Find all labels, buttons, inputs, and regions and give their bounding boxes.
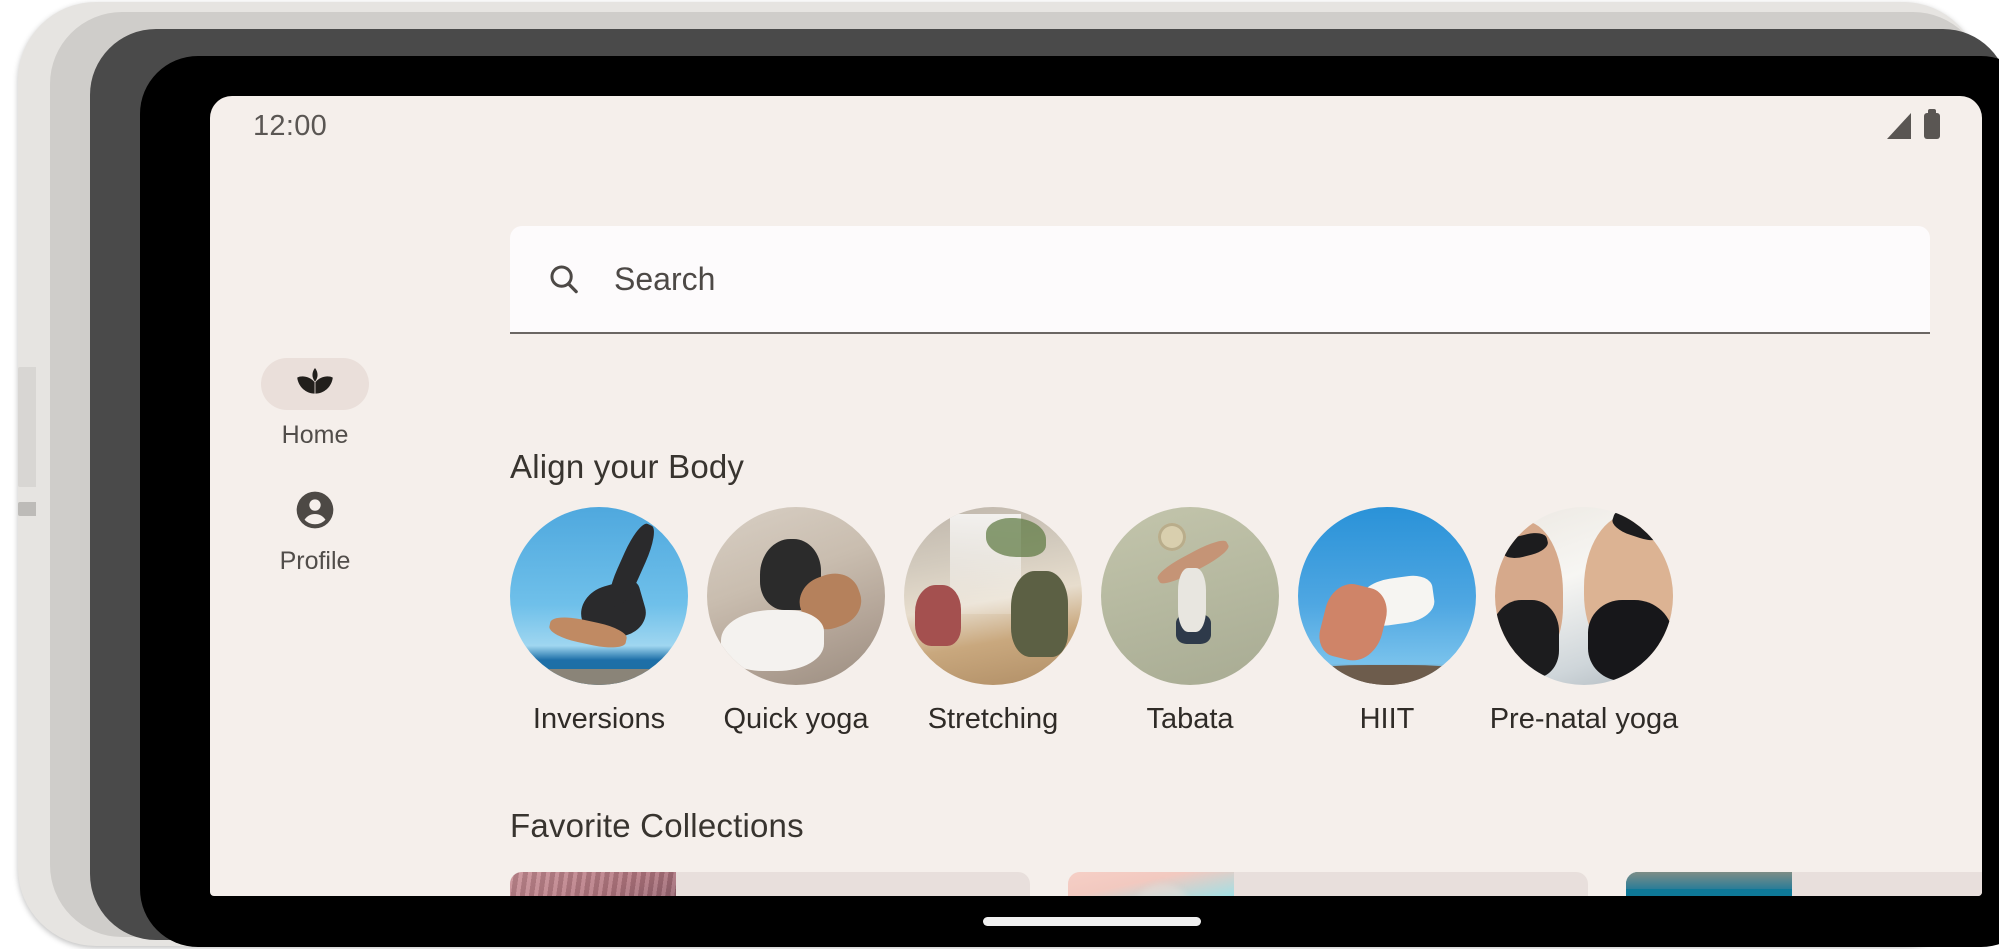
category-card-quick-yoga[interactable]: Quick yoga [707, 507, 885, 736]
search-input[interactable] [614, 260, 1814, 298]
category-thumbnail[interactable] [1298, 507, 1476, 685]
search-bar[interactable] [510, 226, 1930, 334]
image-detail [914, 585, 961, 646]
category-thumbnail[interactable] [1101, 507, 1279, 685]
category-card-stretching[interactable]: Stretching [904, 507, 1082, 736]
navigation-rail: Home Profile [210, 158, 420, 896]
power-button[interactable] [18, 367, 36, 487]
collection-image-overwhelmed [1626, 872, 1792, 896]
image-detail [1610, 507, 1669, 545]
category-image-tabata [1101, 507, 1279, 685]
device-frame-outer: 12:00 Home Profile Search Align your Bod… [18, 2, 1999, 947]
category-label: HIIT [1359, 703, 1415, 735]
category-label: Tabata [1146, 703, 1234, 735]
collection-card-overwhelmed[interactable]: Overwhelmed [1626, 872, 1982, 896]
status-icon-group [1887, 109, 1940, 139]
image-detail [792, 565, 868, 637]
category-label: Inversions [532, 703, 666, 735]
category-image-inversions [510, 507, 688, 685]
device-bezel-dark: 12:00 Home Profile Search Align your Bod… [90, 29, 1999, 947]
image-detail [1010, 571, 1068, 657]
category-label: Stretching [927, 703, 1059, 735]
home-gesture-pill[interactable] [983, 917, 1201, 926]
section-title-align-your-body: Align your Body [510, 448, 745, 485]
collection-image-short-mantras [510, 872, 676, 896]
collection-image-stress-and-anxiety [1068, 872, 1234, 896]
spa-lotus-icon [297, 368, 333, 394]
image-detail [510, 668, 688, 685]
search-icon[interactable] [547, 262, 581, 296]
screenshot-root: 12:00 Home Profile Search Align your Bod… [0, 0, 1999, 949]
account-circle-icon [296, 491, 334, 529]
image-detail [547, 613, 630, 652]
category-image-pre-natal-yoga [1495, 507, 1673, 685]
category-thumbnail[interactable] [904, 507, 1082, 685]
image-detail [1495, 599, 1560, 678]
collection-thumbnail [510, 872, 676, 896]
status-bar: 12:00 [210, 96, 1982, 158]
category-image-quick-yoga [707, 507, 885, 685]
nav-item-label: Home [281, 421, 349, 449]
status-time: 12:00 [253, 110, 328, 142]
section-title-favorite-collections: Favorite Collections [510, 807, 804, 844]
image-detail [1175, 613, 1212, 645]
nav-item-home[interactable]: Home [245, 358, 385, 450]
signal-icon [1887, 113, 1911, 139]
battery-icon [1924, 109, 1940, 139]
collection-thumbnail [1626, 872, 1792, 896]
main-content: Align your Body Invers [420, 158, 1982, 896]
collection-card-short-mantras[interactable]: Short mantras [510, 872, 1030, 896]
category-card-pre-natal-yoga[interactable]: Pre-natal yoga [1490, 507, 1678, 736]
image-detail [1587, 599, 1673, 682]
nav-home-pill[interactable] [261, 358, 369, 410]
collection-thumbnail [1068, 872, 1234, 896]
nav-item-profile[interactable]: Profile [245, 484, 385, 576]
collection-card-row: Short mantras Stress and anxiety [510, 872, 1982, 896]
device-frame-mid: 12:00 Home Profile Search Align your Bod… [50, 12, 1999, 947]
phone-screen: 12:00 Home Profile Search Align your Bod… [210, 96, 1982, 896]
device-bezel-black: 12:00 Home Profile Search Align your Bod… [140, 56, 1999, 947]
category-thumbnail[interactable] [1495, 507, 1673, 685]
category-label: Pre-natal yoga [1489, 703, 1679, 735]
category-image-hiit [1298, 507, 1476, 685]
category-thumbnail[interactable] [707, 507, 885, 685]
category-label: Quick yoga [723, 703, 869, 735]
category-card-tabata[interactable]: Tabata [1101, 507, 1279, 736]
volume-button[interactable] [18, 502, 36, 516]
category-card-hiit[interactable]: HIIT [1298, 507, 1476, 736]
image-detail [1298, 665, 1476, 685]
category-image-stretching [904, 507, 1082, 685]
collection-card-stress-and-anxiety[interactable]: Stress and anxiety [1068, 872, 1588, 896]
image-detail [1500, 530, 1551, 563]
image-detail [1626, 872, 1792, 890]
category-thumbnail[interactable] [510, 507, 688, 685]
category-circle-row: Inversions Quick yoga Stretching Tabata … [510, 507, 1982, 736]
image-detail [1154, 535, 1233, 589]
nav-item-label: Profile [279, 547, 351, 575]
nav-profile-pill[interactable] [261, 484, 369, 536]
category-card-inversions[interactable]: Inversions [510, 507, 688, 736]
